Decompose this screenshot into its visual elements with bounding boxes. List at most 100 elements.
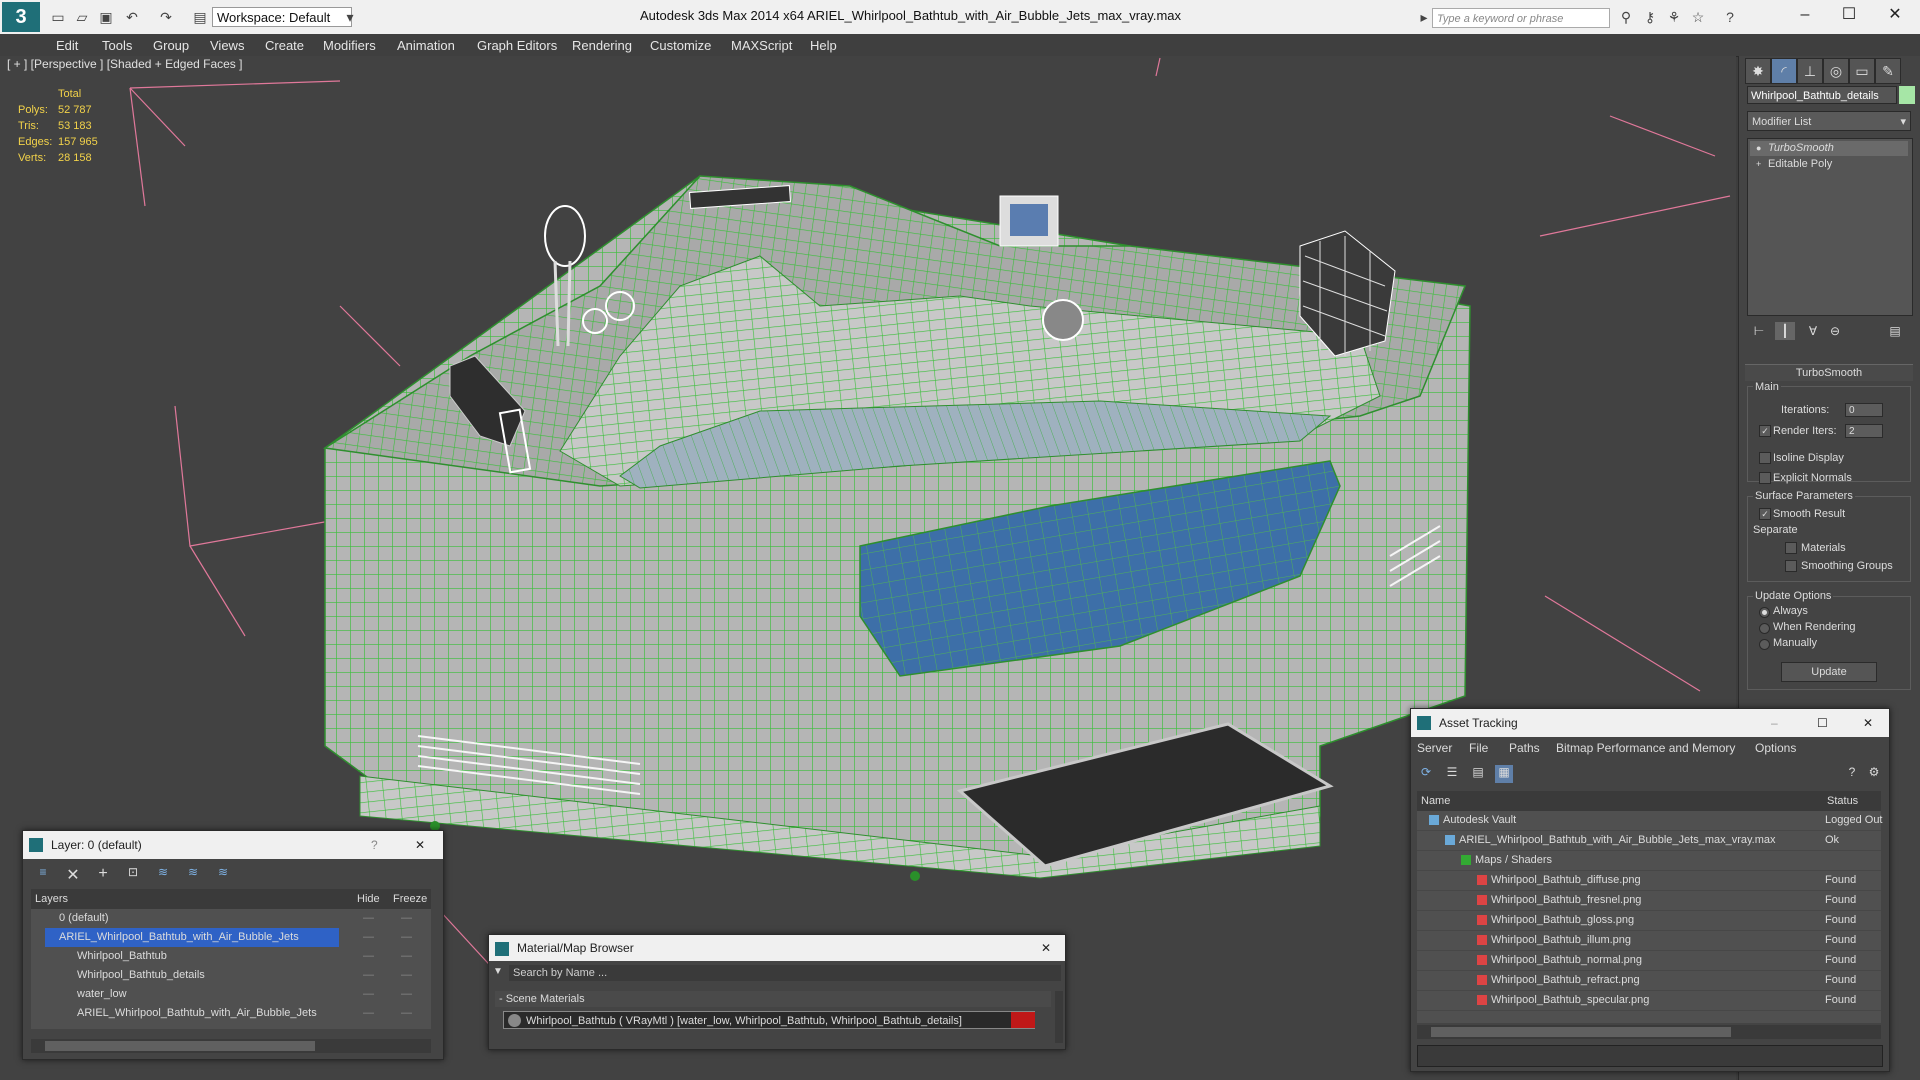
column-status-header[interactable]: Status [1827, 791, 1858, 811]
menu-create[interactable]: Create [265, 38, 304, 53]
menu-views[interactable]: Views [210, 38, 244, 53]
update-manually-radio[interactable] [1759, 639, 1770, 650]
keyword-search-input[interactable]: Type a keyword or phrase [1432, 8, 1610, 28]
explicit-normals-checkbox[interactable] [1759, 472, 1771, 484]
add-to-layer-icon[interactable]: + [93, 865, 113, 883]
layer-help-button[interactable]: ? [371, 831, 378, 859]
detail-view-icon[interactable]: ▤ [1469, 765, 1487, 783]
menu-graph-editors[interactable]: Graph Editors [477, 38, 557, 53]
layer-close-button[interactable]: ✕ [415, 831, 425, 859]
undo-icon[interactable]: ↶ [124, 9, 140, 25]
expand-plus-icon[interactable]: + [1756, 157, 1761, 172]
lightbulb-icon[interactable]: ● [1756, 141, 1761, 156]
stack-item-turbosmooth[interactable]: ● TurboSmooth [1750, 141, 1908, 156]
scene-materials-section[interactable]: - Scene Materials [495, 991, 1051, 1007]
column-name-header[interactable]: Name [1421, 791, 1450, 811]
layer-freeze-toggle[interactable]: — [401, 985, 412, 1004]
layer-hide-toggle[interactable]: — [363, 909, 374, 928]
viewport-label[interactable]: [ + ] [Perspective ] [Shaded + Edged Fac… [7, 57, 242, 71]
material-vertical-scrollbar[interactable] [1055, 991, 1063, 1043]
asset-menu-bitmap-performance[interactable]: Bitmap Performance and Memory [1556, 741, 1735, 755]
workspace-dropdown[interactable]: Workspace: Default [212, 7, 352, 27]
show-end-result-icon[interactable]: ┃ [1775, 322, 1795, 340]
modifier-list-dropdown[interactable]: Modifier List ▾ [1747, 111, 1911, 131]
isoline-display-checkbox[interactable] [1759, 452, 1771, 464]
layer-row[interactable]: Whirlpool_Bathtub — — [31, 947, 431, 966]
asset-row[interactable]: Whirlpool_Bathtub_gloss.png Found [1417, 911, 1881, 931]
select-objects-icon[interactable]: ⊡ [123, 865, 143, 883]
asset-row[interactable]: Whirlpool_Bathtub_refract.png Found [1417, 971, 1881, 991]
hierarchy-tab-icon[interactable]: ⊥ [1797, 58, 1823, 84]
layer-freeze-toggle[interactable]: — [401, 928, 412, 947]
material-browser-title-bar[interactable]: Material/Map Browser ✕ [489, 935, 1065, 961]
pin-stack-icon[interactable]: ⊢ [1749, 322, 1769, 340]
layer-row[interactable]: ARIEL_Whirlpool_Bathtub_with_Air_Bubble_… [31, 1004, 431, 1023]
layer-freeze-toggle[interactable]: — [401, 1004, 412, 1023]
layer-row[interactable]: water_low — — [31, 985, 431, 1004]
table-view-icon[interactable]: ▦ [1495, 765, 1513, 783]
asset-tracking-title-bar[interactable]: Asset Tracking – ☐ ✕ [1411, 709, 1889, 737]
freeze-all-icon[interactable]: ≋ [213, 865, 233, 883]
help-icon[interactable]: ? [1843, 765, 1861, 783]
favorites-star-icon[interactable]: ☆ [1690, 9, 1706, 25]
render-iters-spinner[interactable]: 2 [1845, 424, 1883, 438]
layer-row[interactable]: 0 (default) — — [31, 909, 431, 928]
list-view-icon[interactable]: ☰ [1443, 765, 1461, 783]
menu-customize[interactable]: Customize [650, 38, 711, 53]
asset-row[interactable]: Whirlpool_Bathtub_normal.png Found [1417, 951, 1881, 971]
menu-rendering[interactable]: Rendering [572, 38, 632, 53]
remove-modifier-icon[interactable]: ⊖ [1825, 322, 1845, 340]
utilities-tab-icon[interactable]: ✎ [1875, 58, 1901, 84]
new-file-icon[interactable]: ▭ [50, 9, 66, 25]
material-browser-close-button[interactable]: ✕ [1041, 935, 1051, 961]
minimize-button[interactable]: – [1782, 0, 1828, 30]
asset-row[interactable]: Maps / Shaders [1417, 851, 1881, 871]
asset-row[interactable]: Whirlpool_Bathtub_specular.png Found [1417, 991, 1881, 1011]
object-name-field[interactable]: Whirlpool_Bathtub_details [1747, 86, 1897, 104]
layer-horizontal-scrollbar[interactable] [31, 1039, 431, 1053]
dialog-maximize-button[interactable]: ☐ [1817, 709, 1828, 737]
dialog-close-button[interactable]: ✕ [1863, 709, 1873, 737]
asset-row[interactable]: Whirlpool_Bathtub_diffuse.png Found [1417, 871, 1881, 891]
layer-row[interactable]: ARIEL_Whirlpool_Bathtub_with_Air_Bubble_… [31, 928, 431, 947]
make-unique-icon[interactable]: ∀ [1803, 322, 1823, 340]
asset-path-field[interactable] [1417, 1045, 1883, 1067]
browser-options-icon[interactable]: ▼ [493, 966, 505, 980]
column-freeze-header[interactable]: Freeze [393, 889, 427, 909]
menu-animation[interactable]: Animation [397, 38, 455, 53]
separate-smoothing-groups-checkbox[interactable] [1785, 560, 1797, 572]
asset-row[interactable]: Whirlpool_Bathtub_illum.png Found [1417, 931, 1881, 951]
asset-menu-paths[interactable]: Paths [1509, 741, 1540, 755]
iterations-spinner[interactable]: 0 [1845, 403, 1883, 417]
update-always-radio[interactable] [1759, 607, 1770, 618]
layer-hide-toggle[interactable]: — [363, 966, 374, 985]
asset-row[interactable]: ARIEL_Whirlpool_Bathtub_with_Air_Bubble_… [1417, 831, 1881, 851]
search-expand-icon[interactable]: ▸ [1416, 9, 1432, 25]
asset-horizontal-scrollbar[interactable] [1417, 1025, 1881, 1039]
asset-menu-server[interactable]: Server [1417, 741, 1452, 755]
layer-row[interactable]: Whirlpool_Bathtub_details — — [31, 966, 431, 985]
asset-row[interactable]: Autodesk Vault Logged Out [1417, 811, 1883, 831]
refresh-icon[interactable]: ⟳ [1417, 765, 1435, 783]
update-when-rendering-radio[interactable] [1759, 623, 1770, 634]
layer-freeze-toggle[interactable]: — [401, 947, 412, 966]
binoculars-icon[interactable]: ⚲ [1618, 9, 1634, 25]
motion-tab-icon[interactable]: ◎ [1823, 58, 1849, 84]
material-search-input[interactable]: Search by Name ... [509, 965, 1061, 981]
asset-row[interactable]: Whirlpool_Bathtub_fresnel.png Found [1417, 891, 1881, 911]
save-file-icon[interactable]: ▣ [98, 9, 114, 25]
update-button[interactable]: Update [1781, 662, 1877, 682]
menu-help[interactable]: Help [810, 38, 837, 53]
layer-freeze-toggle[interactable]: — [401, 966, 412, 985]
object-color-swatch[interactable] [1899, 86, 1915, 104]
create-layer-icon[interactable]: ≡ [33, 865, 53, 883]
menu-modifiers[interactable]: Modifiers [323, 38, 376, 53]
subscription-icon[interactable]: ⚷ [1642, 9, 1658, 25]
menu-maxscript[interactable]: MAXScript [731, 38, 792, 53]
layer-hide-toggle[interactable]: — [363, 985, 374, 1004]
menu-tools[interactable]: Tools [102, 38, 132, 53]
create-tab-icon[interactable]: ✸ [1745, 58, 1771, 84]
render-iters-checkbox[interactable]: ✓ [1759, 425, 1771, 437]
smooth-result-checkbox[interactable]: ✓ [1759, 508, 1771, 520]
communication-icon[interactable]: ⚘ [1666, 9, 1682, 25]
